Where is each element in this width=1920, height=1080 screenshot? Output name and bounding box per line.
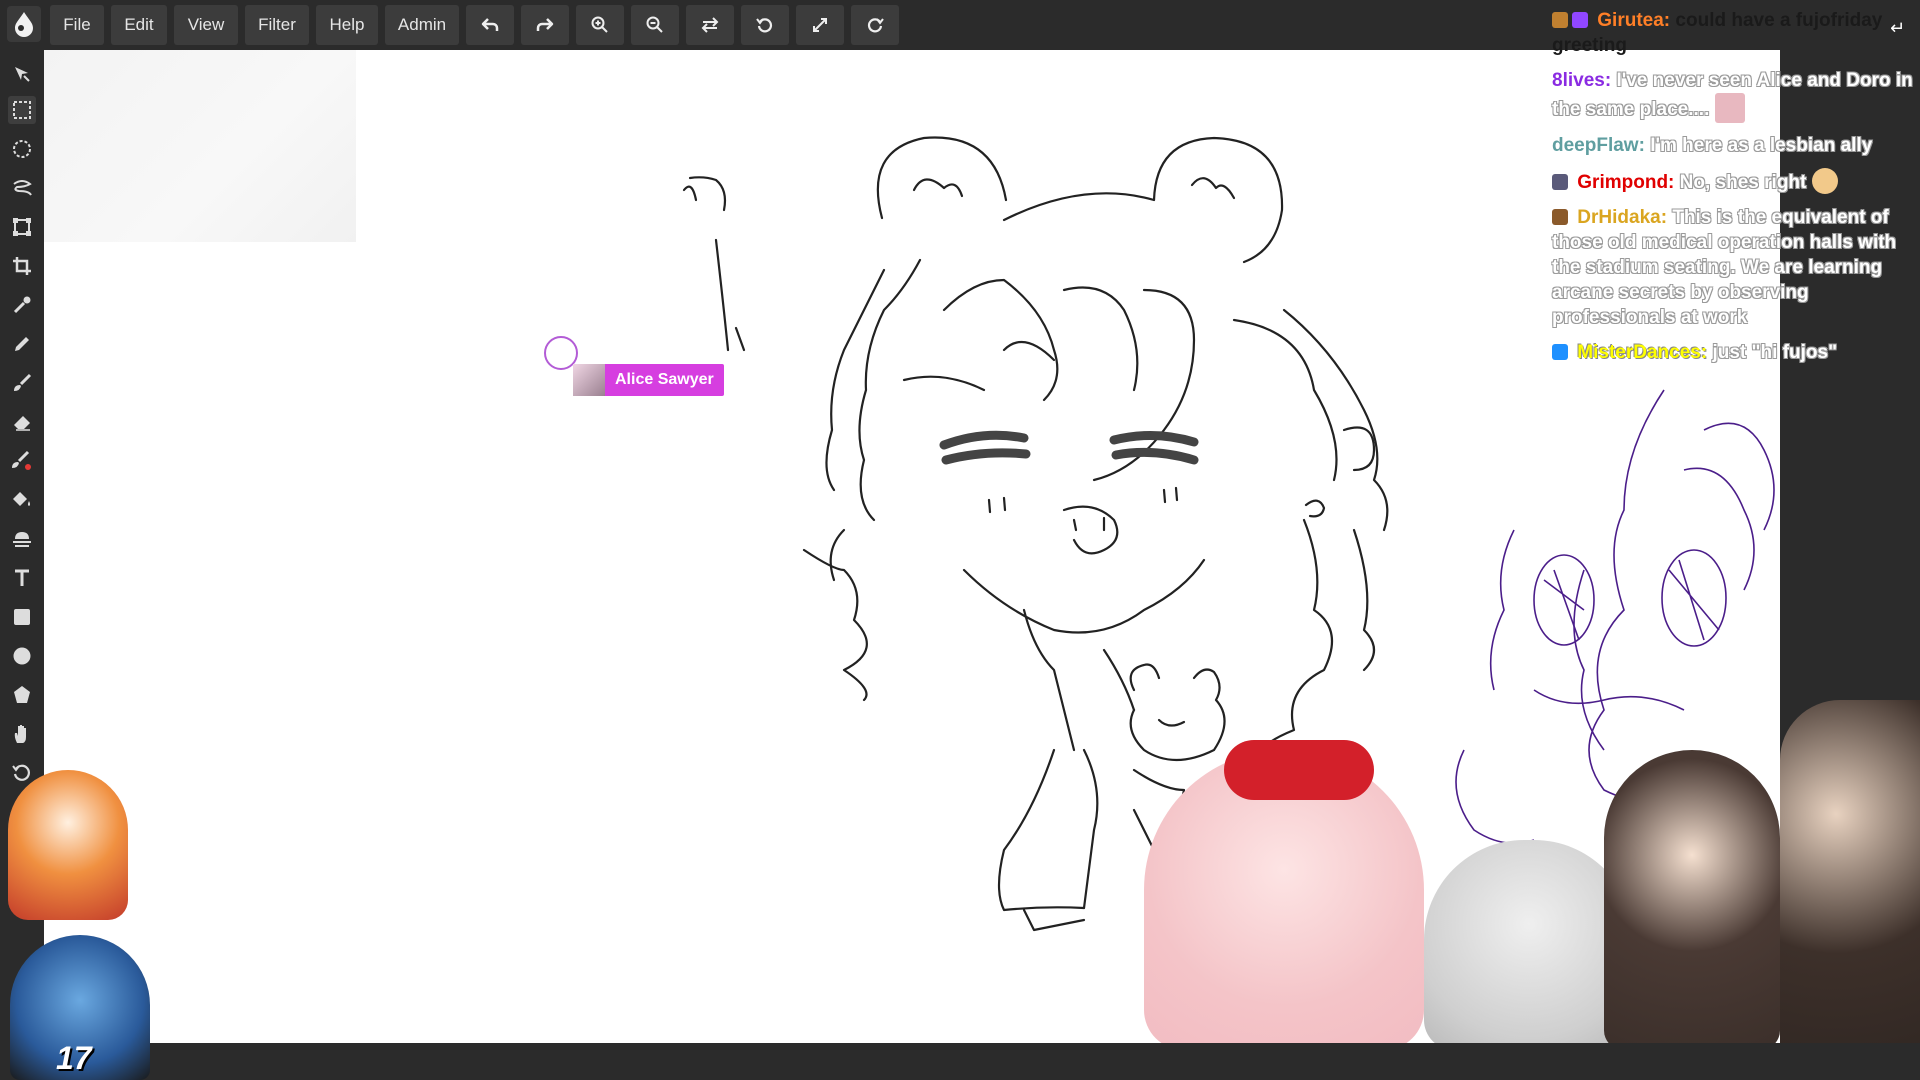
vtuber-avatar-ninja [1780, 700, 1920, 1080]
chat-text: No, shes right [1679, 172, 1807, 193]
zoom-out-icon [646, 16, 663, 33]
rotate-cw-icon [867, 18, 884, 33]
lasso-tool[interactable] [8, 174, 36, 202]
text-tool[interactable] [8, 564, 36, 592]
ellipse-select-icon [13, 140, 31, 158]
menu-filter[interactable]: Filter [245, 5, 309, 45]
crop-tool[interactable] [8, 252, 36, 280]
chat-text: I'm here as a lesbian ally [1650, 135, 1873, 156]
emote-icon [1714, 93, 1745, 123]
vtuber-avatar-silver-hair [1424, 840, 1634, 1043]
hand-icon [14, 725, 26, 743]
fullscreen-icon [813, 18, 827, 32]
transform-icon [13, 218, 31, 236]
jersey-number: 17 [56, 1040, 92, 1076]
status-bar [0, 1043, 1920, 1080]
rectangle-tool[interactable] [8, 603, 36, 631]
sub-badge-icon [1572, 12, 1588, 28]
eraser-icon [14, 416, 30, 431]
chat-message: DrHidaka: This is the equivalent of thos… [1552, 205, 1914, 330]
smudge-tool[interactable] [8, 447, 36, 475]
zoom-in-button[interactable] [576, 5, 624, 45]
chat-username: 8lives: [1552, 70, 1612, 91]
red-bow-icon [1224, 740, 1374, 800]
chat-username: MisterDances: [1577, 342, 1708, 363]
rotate-cw-button[interactable] [851, 5, 899, 45]
emote-icon [1811, 168, 1838, 194]
menu-help[interactable]: Help [316, 5, 378, 45]
chat-badge-icon [1552, 209, 1568, 225]
shape-tool[interactable] [8, 681, 36, 709]
app-logo-icon[interactable] [7, 6, 41, 42]
menu-file[interactable]: File [50, 5, 104, 45]
fill-tool[interactable] [8, 486, 36, 514]
rect-select-icon [13, 101, 31, 119]
text-icon [15, 569, 29, 586]
remote-user-name: Alice Sawyer [615, 371, 714, 388]
eraser-tool[interactable] [8, 408, 36, 436]
chat-message: Grimpond: No, shes right [1552, 168, 1914, 195]
transform-tool[interactable] [8, 213, 36, 241]
redo-button[interactable] [521, 5, 569, 45]
menu-admin[interactable]: Admin [385, 5, 459, 45]
vtuber-avatar-brown-hair [1604, 750, 1780, 1043]
chibi-avatar [8, 770, 128, 920]
shape-icon [14, 686, 30, 703]
chat-username: DrHidaka: [1577, 207, 1668, 228]
zoom-out-button[interactable] [631, 5, 679, 45]
eyedropper-tool[interactable] [8, 291, 36, 319]
chat-badge-icon [1552, 174, 1568, 190]
fill-icon [13, 492, 30, 506]
pencil-tool[interactable] [8, 330, 36, 358]
chat-username: Grimpond: [1577, 172, 1675, 193]
brush-tool[interactable] [8, 369, 36, 397]
chat-message: deepFlaw: I'm here as a lesbian ally [1552, 133, 1914, 158]
undo-icon [481, 18, 499, 31]
flip-icon [701, 17, 719, 33]
zoom-in-icon [591, 16, 608, 33]
move-icon [15, 67, 30, 82]
rotate-ccw-icon [756, 18, 773, 33]
chat-username: deepFlaw: [1552, 135, 1645, 156]
chat-message: 8lives: I've never seen Alice and Doro i… [1552, 68, 1914, 123]
drawing-canvas[interactable] [44, 50, 1780, 1043]
pencil-icon [15, 337, 29, 351]
undo-button[interactable] [466, 5, 514, 45]
hand-tool[interactable] [8, 720, 36, 748]
chat-text: just "hi fujos" [1712, 342, 1838, 363]
rect-select-tool[interactable] [8, 96, 36, 124]
chat-message: Girutea: could have a fujofriday greetin… [1552, 8, 1914, 58]
chat-overlay: Girutea: could have a fujofriday greetin… [1552, 8, 1914, 375]
lasso-icon [13, 180, 32, 196]
chat-badge-icon [1552, 12, 1568, 28]
redo-icon [536, 18, 554, 31]
chat-badge-icon [1552, 344, 1568, 360]
ellipse-select-tool[interactable] [8, 135, 36, 163]
rotate-ccw-button[interactable] [741, 5, 789, 45]
circle-tool[interactable] [8, 642, 36, 670]
remote-user-avatar [573, 364, 605, 396]
blend-tool[interactable] [8, 525, 36, 553]
rectangle-icon [14, 609, 30, 625]
fullscreen-button[interactable] [796, 5, 844, 45]
brush-icon [14, 373, 32, 391]
history-icon [12, 764, 30, 781]
menu-edit[interactable]: Edit [111, 5, 167, 45]
crop-icon [13, 257, 31, 275]
chat-username: Girutea: [1597, 10, 1671, 31]
circle-icon [13, 647, 31, 665]
menu-view[interactable]: View [174, 5, 238, 45]
chat-message: MisterDances: just "hi fujos" [1552, 340, 1914, 365]
flip-button[interactable] [686, 5, 734, 45]
move-tool[interactable] [8, 60, 36, 88]
blend-icon [13, 532, 31, 547]
remote-cursor-label: Alice Sawyer [573, 364, 724, 396]
eyedropper-icon [13, 296, 31, 314]
smudge-icon [12, 450, 31, 470]
